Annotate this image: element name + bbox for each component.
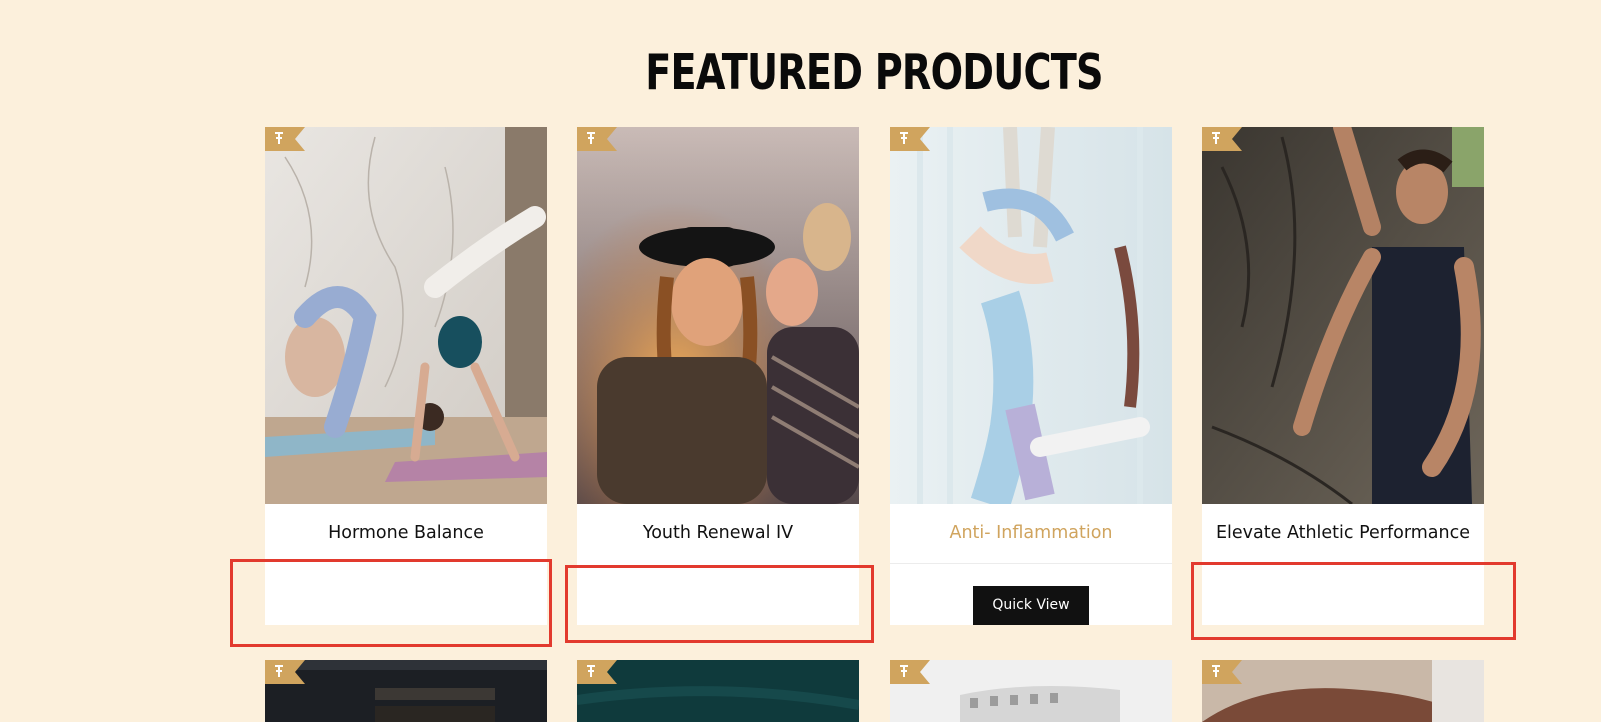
product-card[interactable] xyxy=(577,660,859,722)
highlight-box xyxy=(565,565,874,643)
product-image[interactable] xyxy=(577,660,859,722)
product-card[interactable] xyxy=(890,660,1172,722)
pin-icon xyxy=(1202,127,1242,151)
pin-icon xyxy=(1202,660,1242,684)
product-image-aerial[interactable] xyxy=(890,127,1172,504)
product-card[interactable]: Anti- Inflammation Quick View xyxy=(890,127,1172,625)
pin-icon xyxy=(265,660,305,684)
highlight-box xyxy=(1191,562,1516,640)
highlight-box xyxy=(230,559,552,647)
product-name[interactable]: Elevate Athletic Performance xyxy=(1202,504,1484,563)
product-card[interactable]: Elevate Athletic Performance xyxy=(1202,127,1484,625)
pin-icon xyxy=(265,127,305,151)
product-image[interactable] xyxy=(265,660,547,722)
quick-view-button[interactable]: Quick View xyxy=(973,586,1089,625)
product-card[interactable]: Youth Renewal IV xyxy=(577,127,859,625)
pin-icon xyxy=(577,127,617,151)
product-name[interactable]: Hormone Balance xyxy=(265,504,547,563)
product-image[interactable] xyxy=(1202,660,1484,722)
pin-icon xyxy=(890,127,930,151)
product-image-climber[interactable] xyxy=(1202,127,1484,504)
divider xyxy=(890,563,1172,564)
product-image[interactable] xyxy=(890,660,1172,722)
product-card[interactable] xyxy=(1202,660,1484,722)
product-card[interactable] xyxy=(265,660,547,722)
pin-icon xyxy=(577,660,617,684)
section-title: FEATURED PRODUCTS xyxy=(645,44,1103,101)
product-image-yoga[interactable] xyxy=(265,127,547,504)
product-card[interactable]: Hormone Balance xyxy=(265,127,547,625)
product-name[interactable]: Anti- Inflammation xyxy=(890,504,1172,563)
product-image-friends[interactable] xyxy=(577,127,859,504)
pin-icon xyxy=(890,660,930,684)
product-name[interactable]: Youth Renewal IV xyxy=(577,504,859,563)
